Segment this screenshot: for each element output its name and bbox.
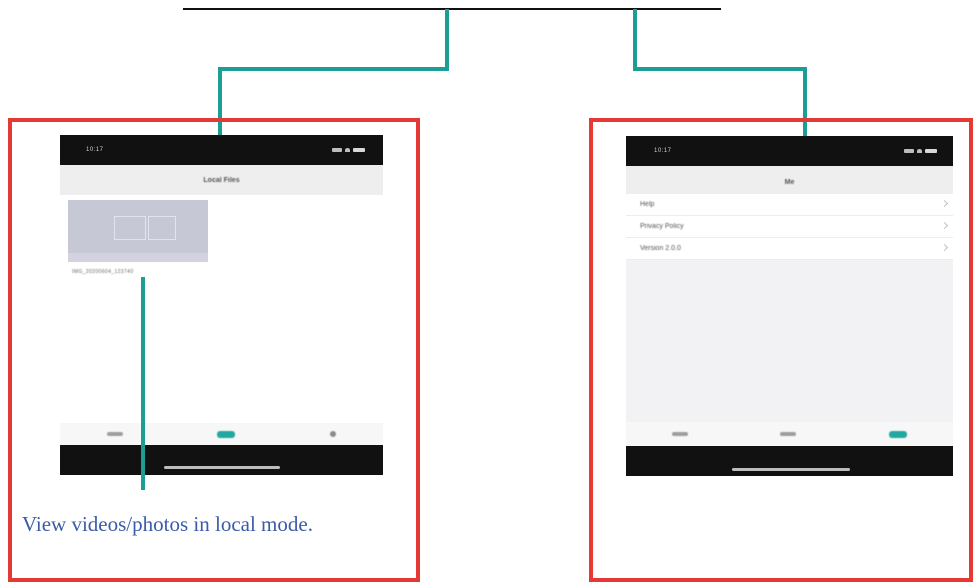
tab-list-icon[interactable] <box>672 432 689 436</box>
tab-me-icon[interactable] <box>888 430 907 438</box>
menu-item-label: Privacy Policy <box>640 223 684 230</box>
media-thumbnail[interactable] <box>68 200 208 262</box>
file-name: IMG_20200604_123740 <box>72 269 134 275</box>
tab-add-icon[interactable] <box>329 431 336 437</box>
page-title: Local Files <box>203 176 240 184</box>
video-frame-icon <box>148 216 176 240</box>
battery-icon <box>353 148 365 152</box>
connector-left-horizontal <box>218 67 449 71</box>
tab-photo-icon[interactable] <box>217 430 236 438</box>
nav-bar: Local Files <box>60 165 383 195</box>
caption-text: View videos/photos in local mode. <box>22 512 313 536</box>
left-phone-screenshot: 10:17 Local Files IMG_20200604_123740 <box>60 135 383 475</box>
right-phone-screenshot: 10:17 Me Help Privacy Policy Version 2.0… <box>626 136 953 476</box>
video-frame-icon <box>114 216 146 240</box>
menu-item-help[interactable]: Help <box>626 194 953 216</box>
status-time: 10:17 <box>86 147 104 153</box>
status-bar: 10:17 <box>60 135 383 165</box>
signal-icon <box>904 149 914 153</box>
status-time: 10:17 <box>654 148 672 154</box>
menu-item-version[interactable]: Version 2.0.0 <box>626 238 953 260</box>
thumbnail-footer <box>68 253 208 262</box>
empty-area <box>626 260 953 422</box>
menu-item-privacy-policy[interactable]: Privacy Policy <box>626 216 953 238</box>
battery-icon <box>925 149 937 153</box>
menu-item-label: Help <box>640 201 655 208</box>
chevron-right-icon <box>940 199 949 208</box>
tab-photo-icon[interactable] <box>780 432 797 436</box>
home-bar <box>626 446 953 476</box>
connector-left-vertical-top <box>445 9 449 71</box>
home-bar <box>60 445 383 475</box>
connector-right-vertical-top <box>633 9 637 71</box>
chevron-right-icon <box>940 221 949 230</box>
menu-item-label: Version 2.0.0 <box>640 245 681 252</box>
tab-bar <box>60 423 383 445</box>
home-indicator[interactable] <box>732 468 850 471</box>
status-icons <box>904 149 937 153</box>
settings-list: Help Privacy Policy Version 2.0.0 <box>626 194 953 260</box>
status-bar: 10:17 <box>626 136 953 166</box>
home-indicator[interactable] <box>164 466 280 469</box>
wifi-icon <box>345 148 350 152</box>
page-title: Me <box>784 178 795 186</box>
wifi-icon <box>917 149 922 153</box>
status-icons <box>332 148 365 152</box>
tab-bar <box>626 422 953 446</box>
content-area: IMG_20200604_123740 <box>60 195 383 423</box>
connector-caption <box>141 277 145 490</box>
signal-icon <box>332 148 342 152</box>
chevron-right-icon <box>940 243 949 252</box>
top-rule <box>183 8 721 10</box>
tab-list-icon[interactable] <box>107 432 124 436</box>
connector-right-horizontal <box>633 67 807 71</box>
